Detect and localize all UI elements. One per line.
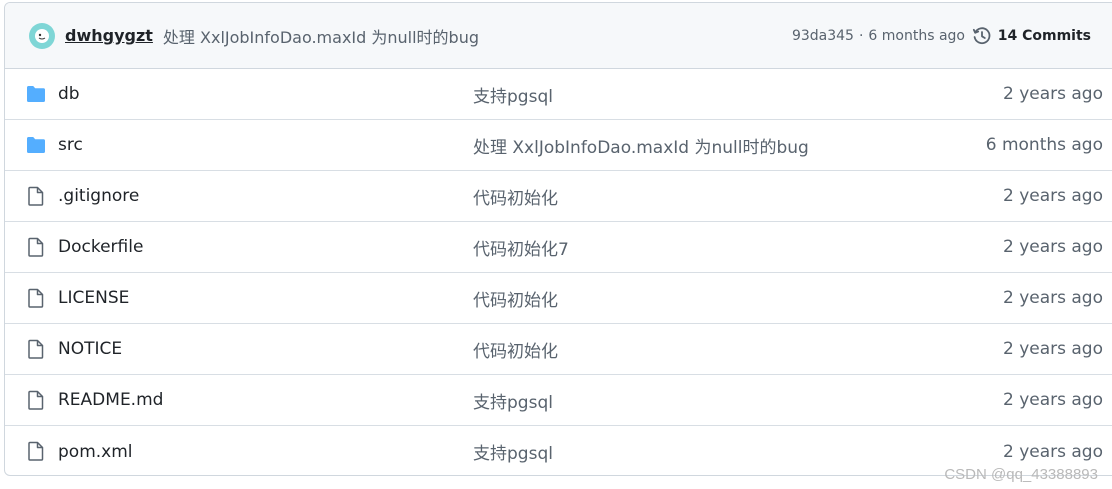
file-icon [25,236,47,258]
file-commit-age: 2 years ago [1002,237,1103,257]
file-name-link[interactable]: .gitignore [58,186,139,206]
file-commit-age: 2 years ago [1002,339,1103,359]
file-icon [25,440,47,462]
file-commit-message-link[interactable]: 处理 XxlJobInfoDao.maxId 为null时的bug [473,133,809,158]
file-commit-age: 2 years ago [1002,441,1103,462]
file-name-link[interactable]: README.md [58,390,163,410]
repo-file-browser: dwhgygzt 处理 XxlJobInfoDao.maxId 为null时的b… [4,2,1112,476]
commit-message-link[interactable]: 处理 XxlJobInfoDao.maxId 为null时的bug [163,24,479,48]
file-commit-message-link[interactable]: 代码初始化 [473,184,558,209]
commit-time: 6 months ago [868,28,965,44]
file-name-link[interactable]: LICENSE [58,288,129,308]
commits-count-label: 14 Commits [997,28,1091,44]
file-commit-message-link[interactable]: 支持pgsql [473,82,553,107]
file-row[interactable]: NOTICE 代码初始化 2 years ago [5,324,1112,375]
file-commit-message-link[interactable]: 代码初始化 [473,286,558,311]
file-commit-age: 2 years ago [1002,186,1103,206]
file-commit-message-link[interactable]: 代码初始化 [473,337,558,362]
file-commit-age: 2 years ago [1002,288,1103,308]
file-commit-message-link[interactable]: 代码初始化7 [473,235,569,260]
file-row[interactable]: .gitignore 代码初始化 2 years ago [5,171,1112,222]
file-icon [25,185,47,207]
file-icon [25,338,47,360]
file-name-link[interactable]: pom.xml [58,442,133,462]
file-row[interactable]: README.md 支持pgsql 2 years ago [5,375,1112,426]
file-icon [25,389,47,411]
file-name-link[interactable]: Dockerfile [58,237,143,257]
commit-sha-link[interactable]: 93da345 [792,28,854,44]
file-commit-age: 2 years ago [1002,84,1103,104]
avatar[interactable] [29,22,55,49]
meta-separator: · [858,28,864,44]
file-icon [25,287,47,309]
file-list: db 支持pgsql 2 years ago src 处理 XxlJobInfoDao.… [5,69,1112,475]
folder-icon [25,83,47,105]
csdn-watermark: CSDN @qq_43388893 [944,466,1098,483]
file-row[interactable]: LICENSE 代码初始化 2 years ago [5,273,1112,324]
file-commit-message-link[interactable]: 支持pgsql [473,388,553,413]
commit-author-link[interactable]: dwhgygzt [65,26,153,45]
latest-commit-header: dwhgygzt 处理 XxlJobInfoDao.maxId 为null时的b… [5,3,1112,69]
file-commit-message-link[interactable]: 支持pgsql [473,439,553,464]
file-name-link[interactable]: src [58,135,83,155]
file-row[interactable]: Dockerfile 代码初始化7 2 years ago [5,222,1112,273]
file-row[interactable]: src 处理 XxlJobInfoDao.maxId 为null时的bug 6 mo… [5,120,1112,171]
file-name-link[interactable]: db [58,84,80,104]
commits-history-button[interactable]: 14 Commits [972,3,1091,69]
folder-icon [25,134,47,156]
file-row[interactable]: db 支持pgsql 2 years ago [5,69,1112,120]
avatar-icon [35,28,49,43]
file-name-link[interactable]: NOTICE [58,339,122,359]
file-commit-age: 2 years ago [1002,390,1103,410]
commit-meta: 93da345 · 6 months ago [792,3,965,69]
history-icon [972,27,991,45]
file-commit-age: 6 months ago [985,135,1103,155]
